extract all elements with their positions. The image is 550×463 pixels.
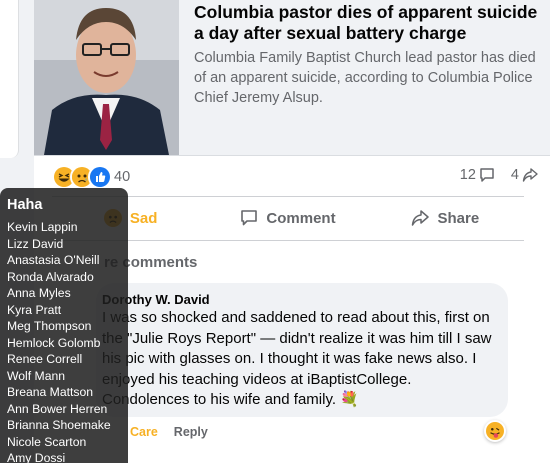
share-arrow-icon: [522, 167, 538, 183]
article-description: Columbia Family Baptist Church lead past…: [194, 50, 536, 106]
reactor-name: Anastasia O'Neill: [7, 253, 100, 267]
article-thumbnail[interactable]: [34, 0, 179, 155]
comment-button[interactable]: Comment: [209, 200, 366, 236]
reactor-name: Lizz David: [7, 236, 64, 251]
comment-care-button[interactable]: Care: [130, 425, 158, 439]
reactors-tooltip: Haha Kevin Lappin Lizz David Anastasia O…: [0, 188, 128, 463]
comment-reaction-badge[interactable]: [484, 420, 506, 442]
comment-bubble: Dorothy W. David I was so shocked and sa…: [96, 283, 508, 417]
reactor-name: Renee Correll: [7, 352, 83, 366]
reactor-name: Breana Mattson: [7, 385, 94, 399]
reactor-name: Ann Bower Herren: [7, 401, 108, 416]
reactor-name: Brianna Shoemake: [7, 418, 111, 432]
comment-count[interactable]: 12: [460, 167, 495, 183]
comment-text: I was so shocked and saddened to read ab…: [102, 309, 492, 408]
comment-bubble-icon: [479, 167, 495, 183]
reactor-name: Meg Thompson: [7, 319, 92, 333]
comment-icon: [240, 209, 258, 227]
reactor-name: Ronda Alvarado: [7, 269, 94, 284]
reactors-list: Kevin Lappin Lizz David Anastasia O'Neil…: [7, 219, 111, 463]
previous-card-edge: [0, 0, 19, 158]
article-title[interactable]: Columbia pastor dies of apparent suicide…: [194, 2, 546, 44]
link-preview[interactable]: Columbia pastor dies of apparent suicide…: [34, 0, 550, 156]
reactor-name: Anna Myles: [7, 286, 71, 300]
tooltip-title: Haha: [7, 197, 43, 213]
comment-reply-button[interactable]: Reply: [174, 425, 208, 439]
reaction-count[interactable]: 40: [114, 169, 130, 185]
share-button[interactable]: Share: [367, 200, 524, 236]
reactor-name: Hemlock Golomb: [7, 335, 101, 350]
share-count[interactable]: 4: [511, 167, 538, 183]
reactor-name: Wolf Mann: [7, 368, 66, 383]
reactor-name: Nicole Scarton: [7, 434, 87, 449]
comment-actions: Care Reply: [130, 425, 224, 439]
reactor-name: Amy Dossi: [7, 451, 66, 463]
reactor-name: Kyra Pratt: [7, 302, 62, 317]
tongue-emoji-icon: [486, 422, 504, 440]
reactions-summary[interactable]: 40 12 4: [52, 164, 542, 190]
share-icon: [411, 209, 430, 227]
like-icon[interactable]: [88, 165, 112, 189]
reactor-name: Kevin Lappin: [7, 220, 78, 234]
